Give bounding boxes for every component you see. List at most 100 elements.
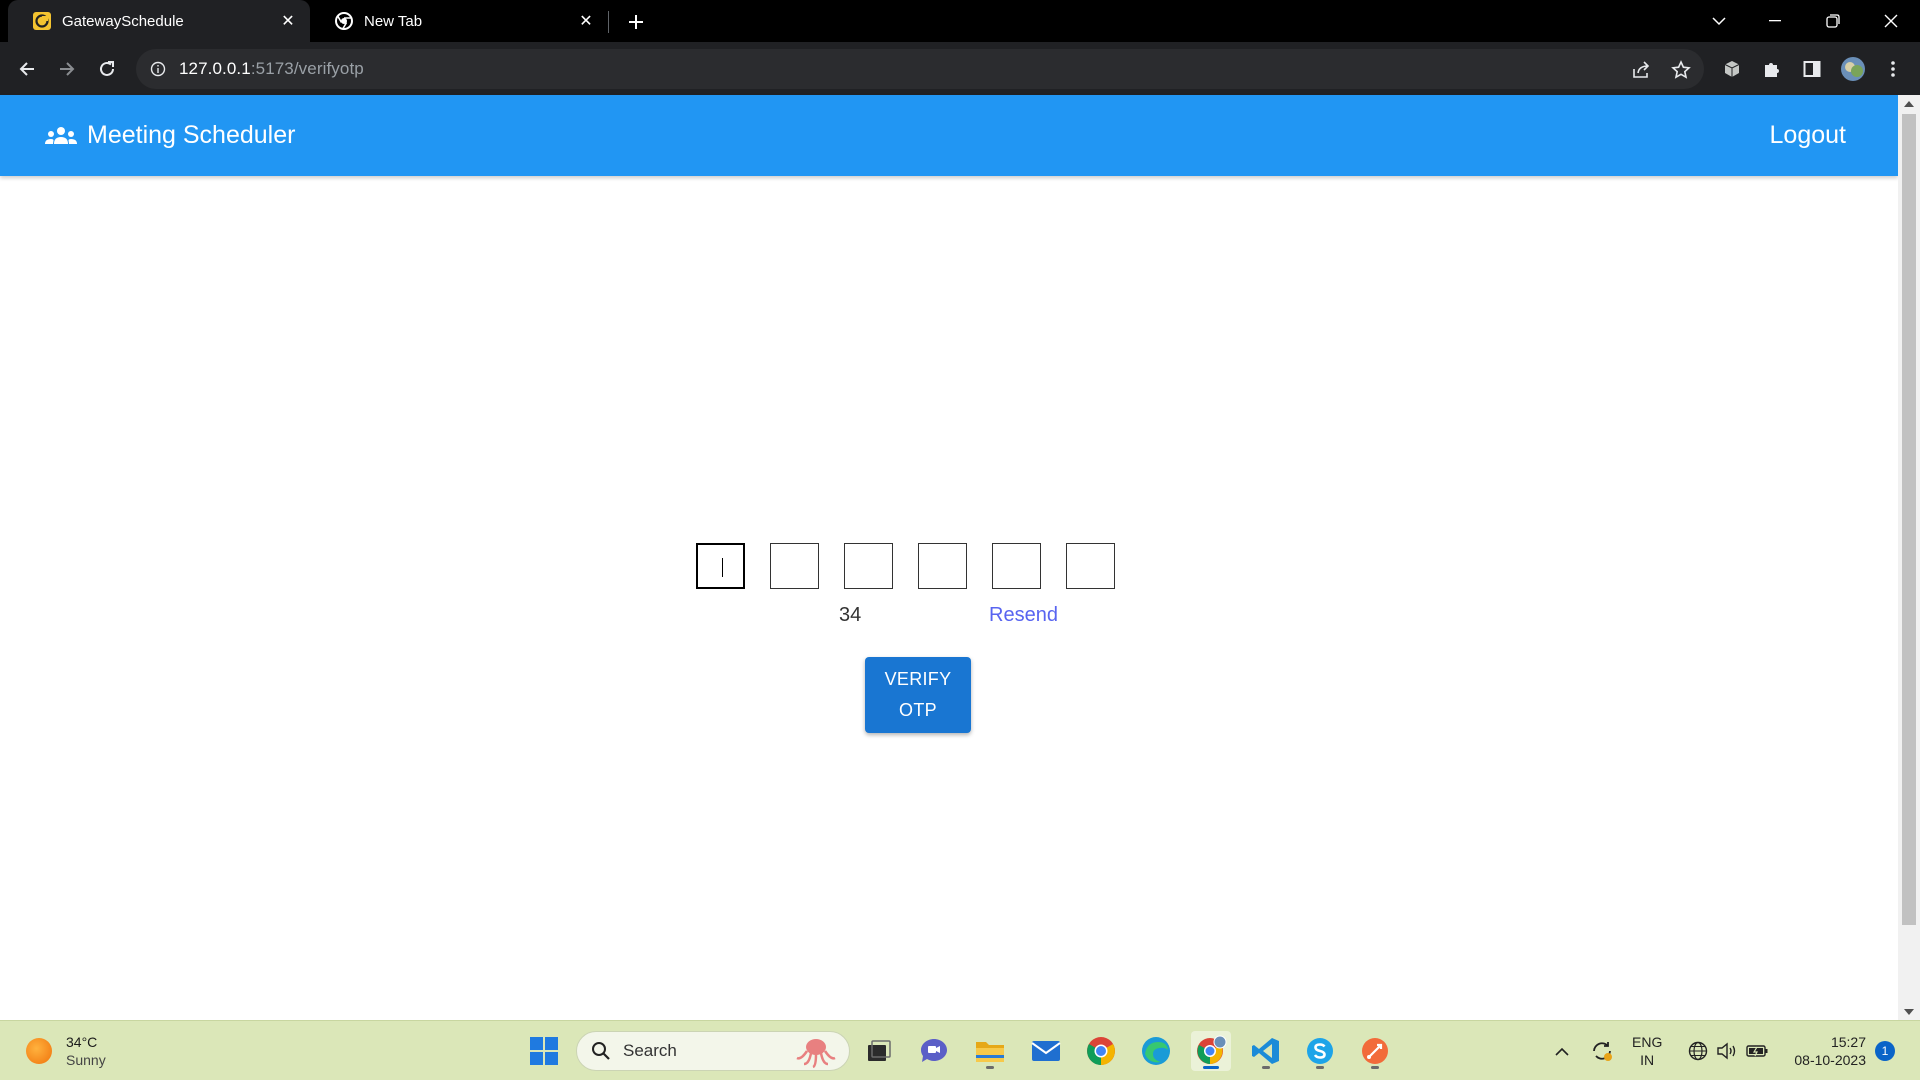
clock-time: 15:27: [1830, 1034, 1866, 1050]
back-button[interactable]: [12, 54, 42, 84]
close-window-button[interactable]: [1868, 0, 1914, 42]
app-title: Meeting Scheduler: [87, 121, 296, 149]
chrome-icon: [1087, 1037, 1115, 1065]
gatewayschedule-favicon-icon: [32, 11, 52, 31]
vscode-icon: [1252, 1038, 1279, 1064]
active-indicator: [1203, 1066, 1219, 1069]
plus-icon: [629, 15, 643, 29]
url-text: 127.0.0.1:5173/verifyotp: [179, 59, 364, 79]
reload-icon: [100, 61, 114, 76]
otp-digit-3[interactable]: [844, 543, 893, 589]
browser-toolbar: 127.0.0.1:5173/verifyotp: [0, 42, 1920, 95]
postman-button[interactable]: [1355, 1031, 1395, 1071]
text-caret: [722, 558, 723, 577]
mail-button[interactable]: [1026, 1031, 1066, 1071]
url-path: :5173/verifyotp: [250, 59, 364, 78]
forward-button[interactable]: [52, 54, 82, 84]
windows-taskbar: 34°C Sunny Search ENG IN 15:27 08-10-202…: [0, 1020, 1920, 1080]
chevron-down-icon: [1712, 17, 1726, 26]
scroll-down-arrow-icon[interactable]: [1898, 1003, 1920, 1020]
tab-new-tab[interactable]: New Tab ✕: [310, 0, 608, 42]
clock-date: 08-10-2023: [1794, 1052, 1866, 1068]
tab-separator: [608, 11, 609, 33]
chrome-profile-button[interactable]: [1191, 1031, 1231, 1071]
extension-cube-icon[interactable]: [1719, 56, 1745, 82]
verify-label-line1: VERIFY: [884, 669, 952, 689]
taskbar-search[interactable]: Search: [576, 1031, 850, 1071]
edge-button[interactable]: [1136, 1031, 1176, 1071]
new-tab-button[interactable]: [622, 8, 650, 36]
otp-digit-4[interactable]: [918, 543, 967, 589]
arrow-left-icon: [19, 62, 34, 76]
scroll-up-arrow-icon[interactable]: [1898, 95, 1920, 112]
url-host: 127.0.0.1: [179, 59, 251, 78]
otp-digit-2[interactable]: [770, 543, 819, 589]
running-indicator: [1316, 1066, 1324, 1069]
mail-icon: [1031, 1041, 1061, 1061]
tab-title: GatewaySchedule: [62, 12, 184, 30]
bookmark-star-icon[interactable]: [1670, 59, 1692, 81]
browser-menu-icon[interactable]: [1880, 56, 1906, 82]
share-icon[interactable]: [1630, 59, 1652, 81]
windows-start-button[interactable]: [524, 1031, 564, 1071]
address-bar[interactable]: 127.0.0.1:5173/verifyotp: [136, 49, 1704, 89]
vscode-button[interactable]: [1246, 1031, 1286, 1071]
task-view-button[interactable]: [859, 1031, 899, 1071]
verify-otp-button[interactable]: VERIFY OTP: [865, 657, 971, 733]
close-tab-icon[interactable]: ✕: [276, 9, 300, 33]
tab-search-button[interactable]: [1696, 0, 1742, 42]
logout-button[interactable]: Logout: [1770, 95, 1846, 176]
resend-link[interactable]: Resend: [989, 604, 1058, 627]
search-label: Search: [623, 1041, 677, 1060]
language-code: ENG: [1632, 1034, 1663, 1050]
verify-label-line2: OTP: [899, 700, 937, 720]
task-view-icon: [868, 1040, 891, 1061]
otp-digit-1[interactable]: [696, 543, 745, 589]
tab-title: New Tab: [364, 12, 423, 30]
skype-icon: [1307, 1038, 1333, 1064]
chrome-profile-icon: [1197, 1035, 1227, 1064]
search-icon: [591, 1040, 613, 1062]
weather-widget[interactable]: 34°C Sunny: [26, 1033, 106, 1069]
folder-icon: [976, 1042, 1004, 1062]
profile-avatar[interactable]: [1839, 55, 1867, 83]
page-scrollbar[interactable]: [1898, 95, 1920, 1020]
octopus-highlight-icon: [796, 1039, 836, 1068]
network-globe-icon[interactable]: [1686, 1031, 1710, 1071]
restore-icon: [1826, 14, 1840, 28]
groups-icon: [45, 124, 77, 148]
chrome-favicon-icon: [334, 11, 354, 31]
scroll-thumb[interactable]: [1902, 114, 1916, 925]
chrome-button[interactable]: [1081, 1031, 1121, 1071]
otp-digit-5[interactable]: [992, 543, 1041, 589]
reload-button[interactable]: [92, 54, 122, 84]
restore-button[interactable]: [1810, 0, 1856, 42]
battery-icon[interactable]: [1744, 1031, 1770, 1071]
chevron-up-icon: [1555, 1047, 1569, 1056]
language-indicator[interactable]: ENG IN: [1632, 1033, 1662, 1069]
resend-countdown: 34: [839, 604, 862, 626]
teams-chat-button[interactable]: [914, 1031, 954, 1071]
running-indicator: [986, 1066, 994, 1069]
arrow-right-icon: [60, 62, 75, 76]
otp-digit-6[interactable]: [1066, 543, 1115, 589]
tab-gatewayschedule[interactable]: GatewaySchedule ✕: [8, 0, 310, 42]
side-panel-icon[interactable]: [1799, 56, 1825, 82]
browser-tab-strip: GatewaySchedule ✕ New Tab ✕: [0, 0, 1920, 42]
volume-icon[interactable]: [1715, 1031, 1739, 1071]
sync-tray-icon[interactable]: [1588, 1031, 1616, 1071]
system-clock[interactable]: 15:27 08-10-2023: [1784, 1033, 1866, 1069]
minimize-button[interactable]: [1752, 0, 1798, 42]
extensions-puzzle-icon[interactable]: [1759, 56, 1785, 82]
close-tab-icon[interactable]: ✕: [574, 9, 598, 33]
postman-icon: [1362, 1038, 1388, 1064]
notification-badge[interactable]: 1: [1875, 1041, 1895, 1061]
close-icon: [1884, 14, 1898, 28]
language-region: IN: [1640, 1052, 1655, 1068]
site-info-icon[interactable]: [149, 60, 167, 78]
edge-icon: [1142, 1037, 1170, 1065]
skype-button[interactable]: [1300, 1031, 1340, 1071]
brand: Meeting Scheduler: [45, 95, 295, 176]
show-hidden-icons-button[interactable]: [1550, 1031, 1574, 1071]
file-explorer-button[interactable]: [970, 1031, 1010, 1071]
